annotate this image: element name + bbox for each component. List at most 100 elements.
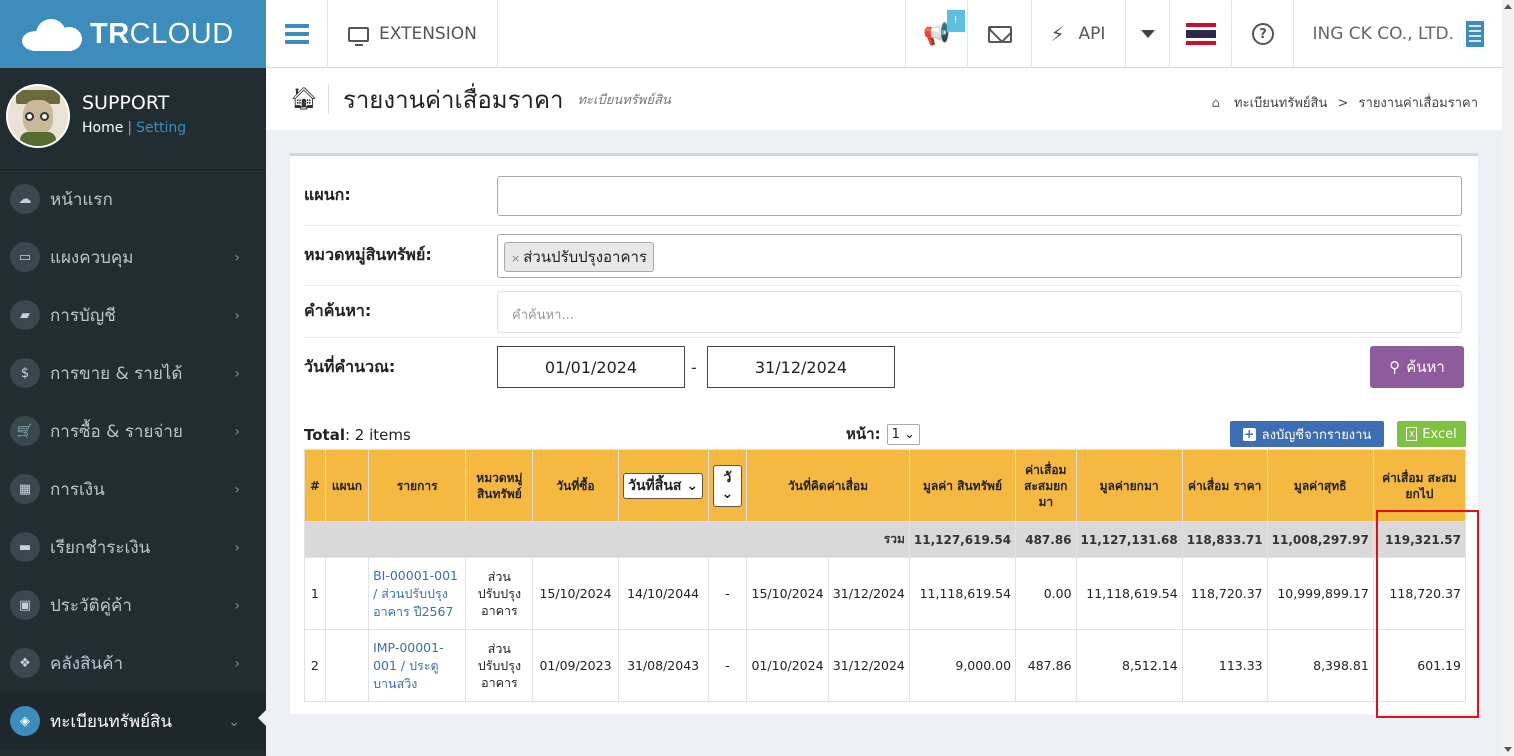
- cell-end-date: 14/10/2044: [617, 557, 709, 630]
- cell-depr-to: 31/12/2024: [827, 629, 910, 702]
- department-field[interactable]: [497, 175, 1462, 216]
- sidebar-item-label: การซื้อ & รายจ่าย: [50, 421, 183, 442]
- company-switcher[interactable]: ING CK CO., LTD.: [1294, 0, 1502, 68]
- notifications-button[interactable]: 📢!: [906, 0, 969, 68]
- top-navbar: EXTENSION 📢! ⚡ API ? ING CK CO., LTD.: [266, 0, 1502, 68]
- pager: หน้า: 1 ⌄: [846, 422, 920, 446]
- cell-net-value: 10,999,899.17: [1266, 557, 1374, 630]
- cell-category: ส่วน ปรับปรุง อาคาร: [465, 629, 534, 702]
- dropdown-button[interactable]: [1126, 0, 1171, 68]
- col-department: แผนก: [324, 449, 370, 522]
- end-date-label: วันที่สิ้นส: [628, 477, 682, 494]
- sidebar-item[interactable]: ▰ การบัญชี ›: [0, 286, 266, 344]
- end-date-select[interactable]: วันที่สิ้นส ⌄: [623, 472, 704, 499]
- sidebar-item[interactable]: ◈ ทะเบียนทรัพย์สิน ⌄: [0, 692, 266, 750]
- cart-icon: 🛒: [10, 416, 40, 446]
- summary-value-bf: 11,127,131.68: [1075, 521, 1183, 558]
- help-button[interactable]: ?: [1232, 0, 1295, 68]
- book-icon: ▰: [10, 300, 40, 330]
- col-day[interactable]: วั ⌄: [707, 449, 748, 522]
- category-tag[interactable]: × ส่วนปรับปรุงอาคาร: [504, 241, 654, 272]
- search-input[interactable]: คำค้นหา...: [497, 290, 1462, 333]
- cell-item[interactable]: IMP-00001-001 / ประตูบานสวิง: [368, 629, 467, 702]
- cell-depreciation: 113.33: [1181, 629, 1268, 702]
- home-link[interactable]: Home: [82, 120, 123, 136]
- summary-asset-value: 11,127,619.54: [908, 521, 1017, 558]
- scrollbar[interactable]: [1502, 0, 1514, 756]
- credit-card-icon: ▬: [10, 532, 40, 562]
- user-name: SUPPORT: [82, 92, 170, 114]
- user-panel: SUPPORT Home | Setting: [0, 68, 266, 170]
- menu-toggle-button[interactable]: [266, 0, 328, 68]
- cloud-logo-icon: [22, 17, 84, 51]
- api-button[interactable]: ⚡ API: [1032, 0, 1127, 68]
- breadcrumb-home-icon[interactable]: ⌂: [1212, 96, 1220, 111]
- hamburger-icon: [284, 20, 309, 48]
- chevron-right-icon: ›: [234, 366, 240, 382]
- category-field[interactable]: × ส่วนปรับปรุงอาคาร: [497, 233, 1462, 278]
- chevron-down-icon: ⌄: [228, 714, 240, 730]
- category-row: หมวดหมู่สินทรัพย์: × ส่วนปรับปรุงอาคาร: [304, 226, 1462, 286]
- sidebar-item-label: แผงควบคุม: [50, 247, 134, 268]
- col-accum-bf: ค่าเสื่อม สะสมยก มา: [1015, 449, 1077, 522]
- page-value: 1: [891, 426, 900, 442]
- setting-link[interactable]: Setting: [136, 120, 186, 136]
- sidebar-item[interactable]: ▭ แผงควบคุม ›: [0, 228, 266, 286]
- sidebar-item[interactable]: ▦ การเงิน ›: [0, 460, 266, 518]
- extension-label: EXTENSION: [379, 24, 477, 44]
- sidebar-item[interactable]: ❖ คลังสินค้า ›: [0, 634, 266, 692]
- sidebar-item-label: คลังสินค้า: [50, 653, 124, 674]
- breadcrumb-parent[interactable]: ทะเบียนทรัพย์สิน: [1234, 96, 1327, 111]
- total-value: : 2 items: [344, 426, 411, 444]
- col-category: หมวดหมู่ สินทรัพย์: [465, 449, 534, 522]
- sidebar-item[interactable]: ▣ ประวัติคู่ค้า ›: [0, 576, 266, 634]
- cell-purchase-date: 01/09/2023: [532, 629, 619, 702]
- col-depr-date: วันที่คิดค่าเสื่อม: [746, 449, 910, 522]
- date-label: วันที่คำนวณ:: [304, 356, 396, 376]
- sidebar-item[interactable]: $ การขาย & รายได้ ›: [0, 344, 266, 402]
- cell-net-value: 8,398.81: [1266, 629, 1374, 702]
- sidebar-item-label: เรียกชำระเงิน: [50, 537, 151, 558]
- date-to-input[interactable]: 31/12/2024: [707, 346, 895, 388]
- col-item: รายการ: [368, 449, 467, 522]
- home-icon[interactable]: 🏠︎: [290, 87, 318, 112]
- address-book-icon: ▣: [10, 590, 40, 620]
- sidebar-item[interactable]: 🛒 การซื้อ & รายจ่าย ›: [0, 402, 266, 460]
- monitor-icon: ▭: [10, 242, 40, 272]
- diamond-icon: ◈: [10, 706, 40, 736]
- col-end-date[interactable]: วันที่สิ้นส ⌄: [617, 449, 709, 522]
- cell-item[interactable]: BI-00001-001 / ส่วนปรับปรุงอาคาร ปี2567: [368, 557, 467, 630]
- calendar-icon: ▦: [10, 474, 40, 504]
- sidebar-item[interactable]: ☁ หน้าแรก: [0, 170, 266, 228]
- scroll-down-icon[interactable]: [1504, 747, 1512, 752]
- col-asset-value: มูลค่า สินทรัพย์: [908, 449, 1017, 522]
- category-tag-label: ส่วนปรับปรุงอาคาร: [523, 247, 647, 266]
- extension-button[interactable]: EXTENSION: [328, 0, 498, 68]
- sidebar-item-label: การบัญชี: [50, 305, 116, 326]
- search-button[interactable]: ⚲ ค้นหา: [1370, 346, 1464, 388]
- tag-remove-icon[interactable]: ×: [511, 252, 520, 265]
- sidebar-item[interactable]: ▬ เรียกชำระเงิน ›: [0, 518, 266, 576]
- report-box: แผนก: หมวดหมู่สินทรัพย์: × ส่วนปรับปรุงอา…: [290, 153, 1478, 714]
- cloud-icon: ☁: [10, 184, 40, 214]
- scroll-up-icon[interactable]: [1504, 4, 1512, 9]
- search-row: คำค้นหา: คำค้นหา...: [304, 286, 1462, 338]
- date-from-input[interactable]: 01/01/2024: [497, 346, 685, 388]
- page-select[interactable]: 1 ⌄: [886, 423, 920, 445]
- brand-logo[interactable]: TRCLOUD: [0, 0, 266, 68]
- messages-button[interactable]: [968, 0, 1033, 68]
- excel-button[interactable]: X Excel: [1397, 421, 1466, 447]
- cell-num: 2: [304, 629, 326, 702]
- sidebar-item-label: ทะเบียนทรัพย์สิน: [50, 711, 173, 732]
- col-depreciation: ค่าเสื่อม ราคา: [1181, 449, 1268, 522]
- active-indicator: [258, 710, 266, 726]
- cell-category: ส่วน ปรับปรุง อาคาร: [465, 557, 534, 630]
- table-row: 2 IMP-00001-001 / ประตูบานสวิง ส่วน ปรับปร…: [304, 629, 1467, 702]
- post-from-report-button[interactable]: + ลงบัญชีจากรายงาน: [1230, 421, 1384, 447]
- depreciation-table: # แผนก รายการ หมวดหมู่ สินทรัพย์ วันที่ซ…: [304, 449, 1467, 702]
- thai-flag-icon: [1185, 23, 1216, 45]
- plus-square-icon: +: [1242, 427, 1256, 441]
- language-button[interactable]: [1170, 0, 1233, 68]
- summary-label: รวม: [304, 521, 910, 558]
- day-select[interactable]: วั ⌄: [712, 464, 743, 507]
